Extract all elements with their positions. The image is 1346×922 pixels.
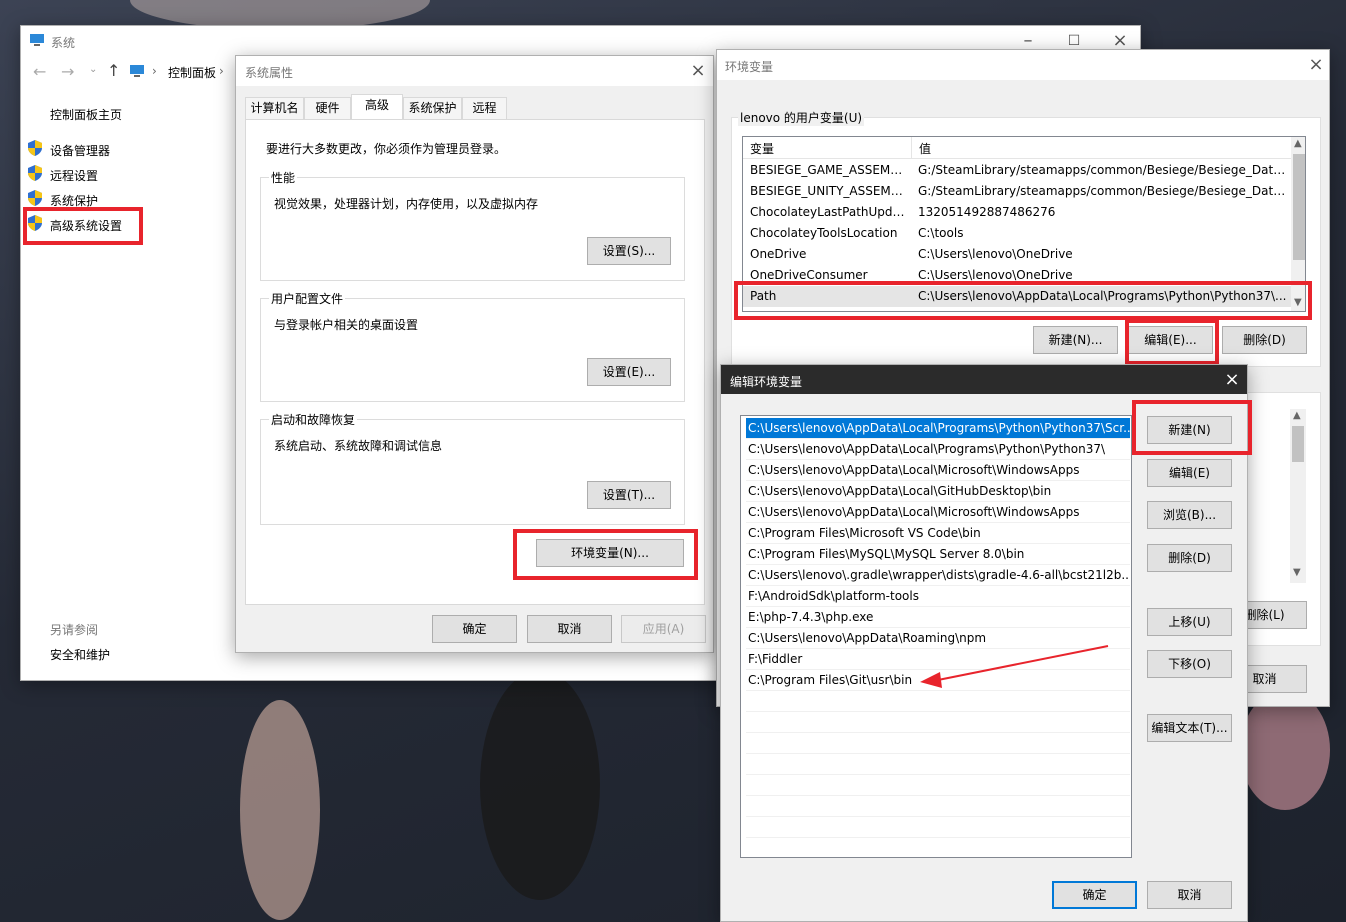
annotation-arrow-icon bbox=[920, 645, 1109, 688]
